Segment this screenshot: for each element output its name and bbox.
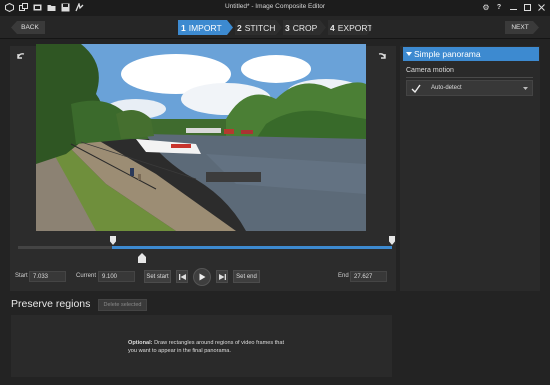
play-button[interactable] — [193, 268, 211, 286]
step-label: CROP — [292, 22, 318, 33]
step-label: STITCH — [244, 22, 276, 33]
rotate-left-icon[interactable] — [16, 52, 26, 62]
skip-forward-icon — [218, 273, 226, 280]
divider — [406, 77, 533, 78]
chevron-down-icon — [523, 87, 528, 90]
play-icon — [199, 273, 206, 281]
help-icon[interactable]: ? — [493, 2, 505, 13]
step-number: 1 — [181, 22, 186, 33]
tab-export[interactable]: 4 EXPORT — [328, 20, 373, 35]
skip-back-icon — [178, 273, 186, 280]
step-label: IMPORT — [188, 22, 222, 33]
tab-stitch[interactable]: 2 STITCH — [235, 20, 282, 35]
current-field[interactable]: 9.100 — [98, 271, 135, 282]
end-label: End — [338, 273, 349, 279]
tab-import[interactable]: 1 IMPORT — [178, 20, 233, 35]
motion-header-label: Simple panorama — [414, 49, 481, 59]
camera-motion-select[interactable]: Auto-detect — [406, 80, 533, 96]
step-number: 3 — [285, 22, 290, 33]
motion-header[interactable]: Simple panorama — [403, 47, 539, 61]
preserve-regions-title: Preserve regions — [11, 298, 91, 310]
collapse-arrow-icon — [406, 52, 412, 56]
previous-frame-button[interactable] — [176, 270, 188, 283]
hint-optional-label: Optional: — [128, 340, 153, 346]
back-button[interactable]: BACK — [11, 21, 45, 34]
step-number: 2 — [237, 22, 242, 33]
gear-icon[interactable]: ⚙ — [480, 2, 492, 13]
workflow-nav: BACK 1 IMPORT 2 STITCH 3 CROP 4 EXPORT N… — [0, 16, 550, 39]
video-frame-image — [36, 44, 366, 231]
set-start-button[interactable]: Set start — [144, 270, 171, 283]
step-number: 4 — [330, 22, 335, 33]
set-end-button[interactable]: Set end — [233, 270, 260, 283]
next-frame-button[interactable] — [216, 270, 228, 283]
start-label: Start — [15, 273, 28, 279]
end-field[interactable]: 27.627 — [350, 271, 387, 282]
camera-motion-label: Camera motion — [406, 67, 454, 74]
close-button[interactable] — [535, 2, 547, 13]
camera-motion-value: Auto-detect — [431, 85, 462, 91]
checkmark-icon — [411, 84, 421, 93]
start-field[interactable]: 7.033 — [29, 271, 66, 282]
next-button[interactable]: NEXT — [505, 21, 539, 34]
minimize-button[interactable] — [507, 2, 519, 13]
selected-range — [112, 246, 392, 249]
settings-panel: Simple panorama Camera motion Auto-detec… — [400, 46, 540, 291]
tab-crop[interactable]: 3 CROP — [283, 20, 326, 35]
current-label: Current — [76, 273, 97, 279]
maximize-button[interactable] — [521, 2, 533, 13]
rotate-right-icon[interactable] — [377, 52, 387, 62]
title-bar: Untitled* - Image Composite Editor ⚙ ? — [0, 0, 550, 16]
preserve-regions-hint: Optional: Draw rectangles around regions… — [128, 339, 288, 355]
delete-selected-button[interactable]: Delete selected — [98, 299, 147, 311]
step-label: EXPORT — [337, 22, 373, 33]
window-title: Untitled* - Image Composite Editor — [224, 3, 326, 10]
